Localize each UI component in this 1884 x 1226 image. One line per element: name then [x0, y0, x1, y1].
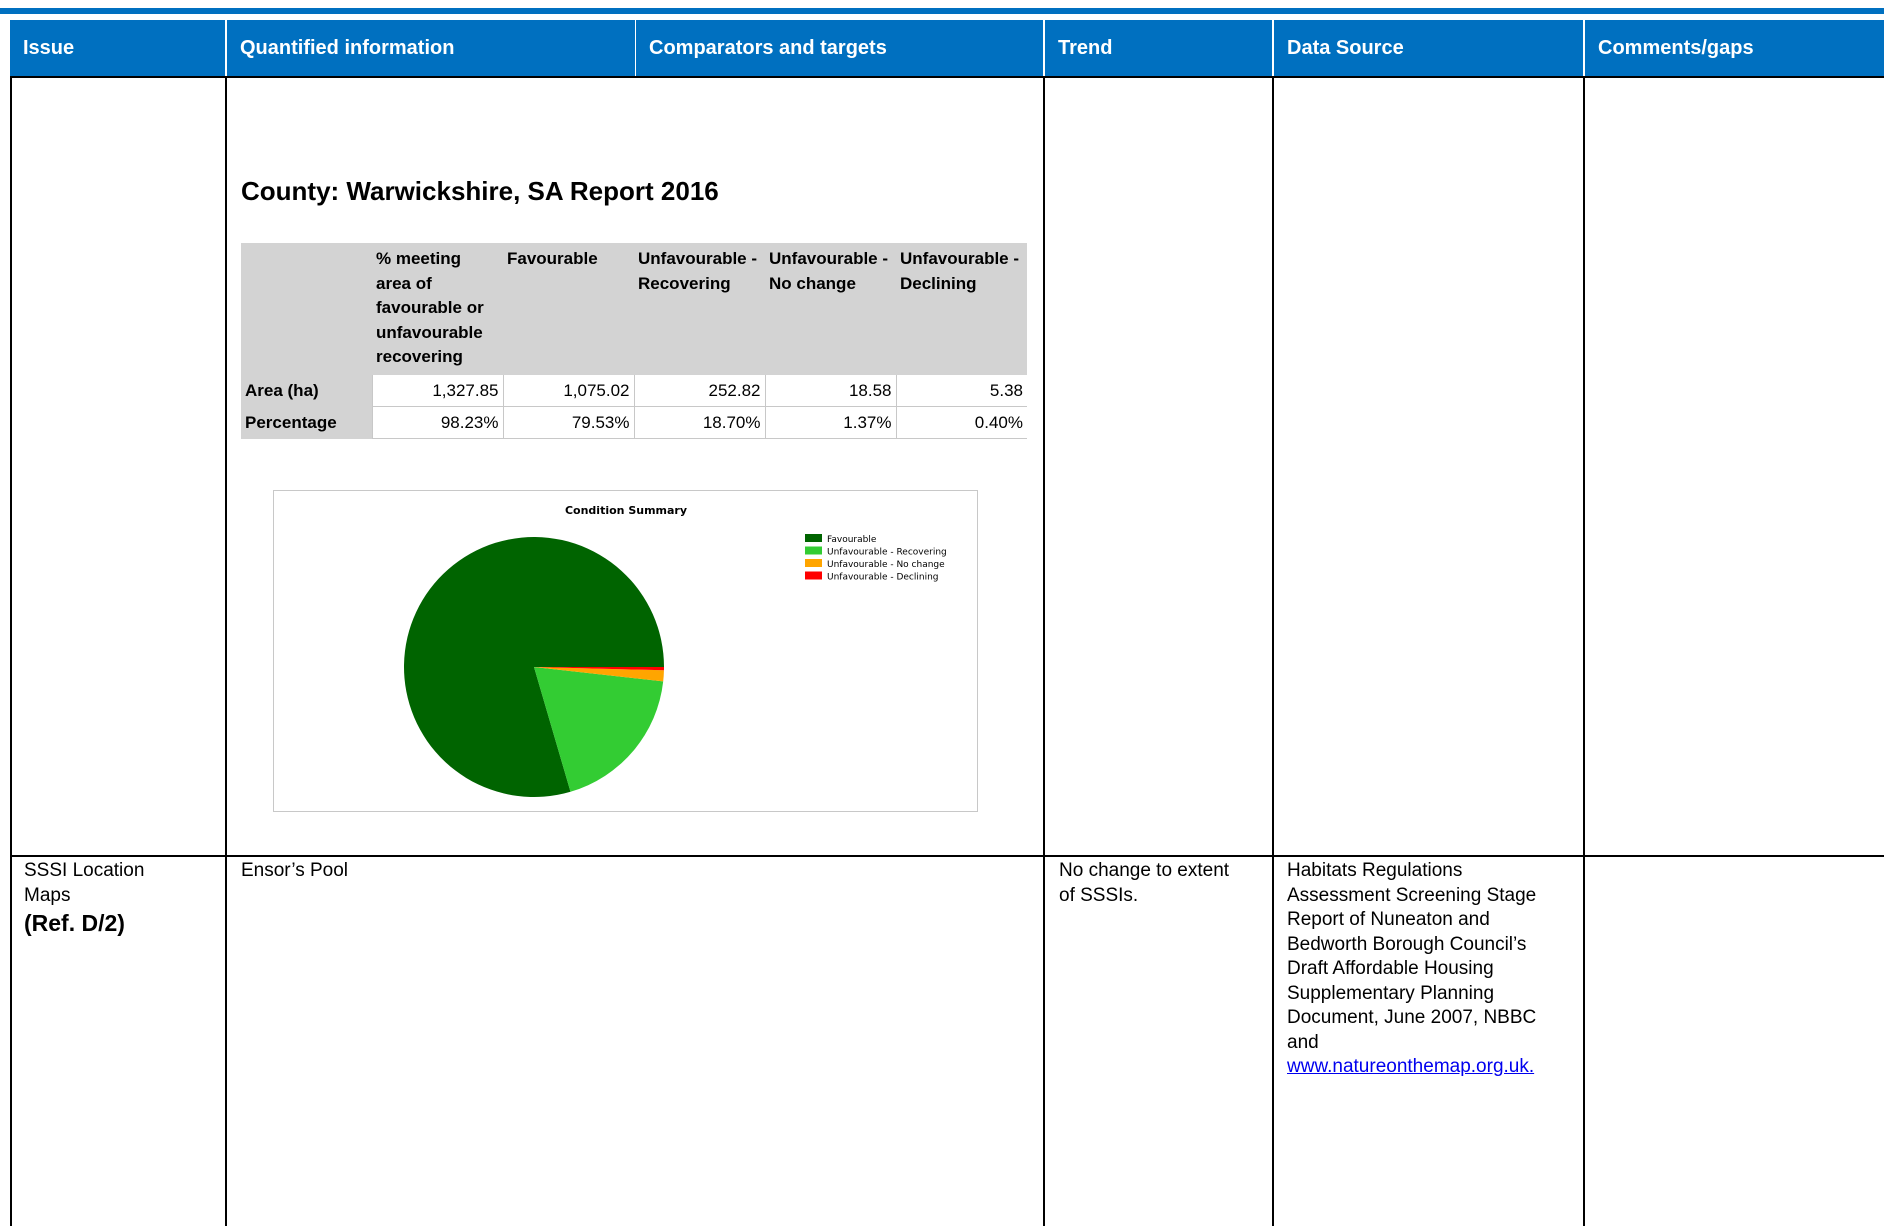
table-cell: 18.70% — [633, 406, 765, 439]
table-cell: 1,075.02 — [502, 375, 634, 407]
legend-label: Unfavourable - Recovering — [827, 548, 947, 558]
column-divider — [1272, 76, 1274, 1226]
indicator-table: Issue Quantified information Comparators… — [0, 0, 1884, 1226]
legend-swatch — [805, 546, 822, 555]
column-header: Unfavourable - Recovering — [634, 243, 765, 375]
data-source-cell: Habitats Regulations Assessment Screenin… — [1287, 859, 1536, 1080]
county-title: County: Warwickshire, SA Report 2016 — [241, 176, 719, 206]
data-source-text: and — [1287, 1031, 1319, 1053]
table-cell: 18.58 — [764, 375, 896, 407]
table-border-left — [10, 76, 12, 1226]
header-bottom-rule — [10, 76, 1884, 78]
trend-cell: No change to extent of SSSIs. — [1059, 859, 1229, 908]
legend-label: Favourable — [827, 535, 877, 545]
header-comments-gaps: Comments/gaps — [1585, 20, 1884, 76]
column-header: Favourable — [503, 243, 634, 375]
column-header: Unfavourable - Declining — [896, 243, 1027, 375]
table-cell: 98.23% — [371, 406, 503, 439]
data-source-text: Supplementary Planning — [1287, 982, 1495, 1004]
data-source-text: Document, June 2007, NBBC — [1287, 1007, 1537, 1028]
column-divider — [1043, 76, 1045, 1226]
legend-label: Unfavourable - Declining — [827, 573, 939, 583]
table-cell: 1,327.85 — [371, 375, 503, 407]
table-cell: 79.53% — [502, 406, 634, 439]
column-header: Unfavourable - No change — [765, 243, 896, 375]
trend-text: No change to extent — [1059, 860, 1230, 881]
chart-title: Condition Summary — [565, 504, 687, 517]
row-label: Percentage — [241, 406, 372, 439]
legend-swatch — [805, 534, 822, 542]
data-source-text: Report of Nuneaton and — [1287, 909, 1490, 930]
condition-summary-chart: Condition Summary Favourable Unfavourable… — [273, 490, 978, 812]
header-quantified-information: Quantified information — [227, 20, 635, 76]
column-divider — [225, 76, 227, 1226]
legend-swatch — [805, 571, 822, 580]
data-source-text: Habitats Regulations — [1287, 860, 1463, 881]
table-cell: 252.82 — [633, 375, 765, 407]
data-source-text: Assessment Screening Stage — [1287, 884, 1537, 906]
quantified-cell: Ensor’s Pool — [241, 860, 349, 881]
column-divider — [1583, 76, 1585, 1226]
header-data-source: Data Source — [1274, 20, 1583, 76]
issue-text: SSSI Location — [24, 860, 145, 881]
row-divider — [10, 855, 1884, 857]
pie-chart-svg: Condition Summary Favourable Unfavourable… — [404, 504, 947, 797]
header-trend: Trend — [1045, 20, 1272, 76]
trend-text: of SSSIs. — [1059, 884, 1139, 906]
table-cell: 5.38 — [895, 375, 1027, 407]
header-comparators-targets: Comparators and targets — [636, 20, 1043, 76]
issue-reference: (Ref. D/2) — [24, 910, 125, 936]
row-label: Area (ha) — [241, 375, 372, 407]
legend-swatch — [805, 559, 822, 567]
legend-label: Unfavourable - No change — [827, 560, 945, 570]
column-header: % meeting area of favourable or unfavour… — [372, 243, 503, 375]
condition-table: % meeting area of favourable or unfavour… — [241, 243, 1027, 439]
table-cell: 0.40% — [895, 406, 1027, 439]
data-source-text: Bedworth Borough Council’s — [1287, 933, 1527, 955]
header-issue: Issue — [10, 20, 225, 76]
data-source-text: Draft Affordable Housing — [1287, 958, 1494, 979]
table-corner — [241, 243, 372, 375]
natureonthemap-link[interactable]: www.natureonthemap.org.uk. — [1287, 1056, 1534, 1077]
issue-cell: SSSI Location Maps (Ref. D/2) — [24, 859, 144, 938]
table-cell: 1.37% — [764, 406, 896, 439]
issue-text: Maps — [24, 884, 71, 906]
